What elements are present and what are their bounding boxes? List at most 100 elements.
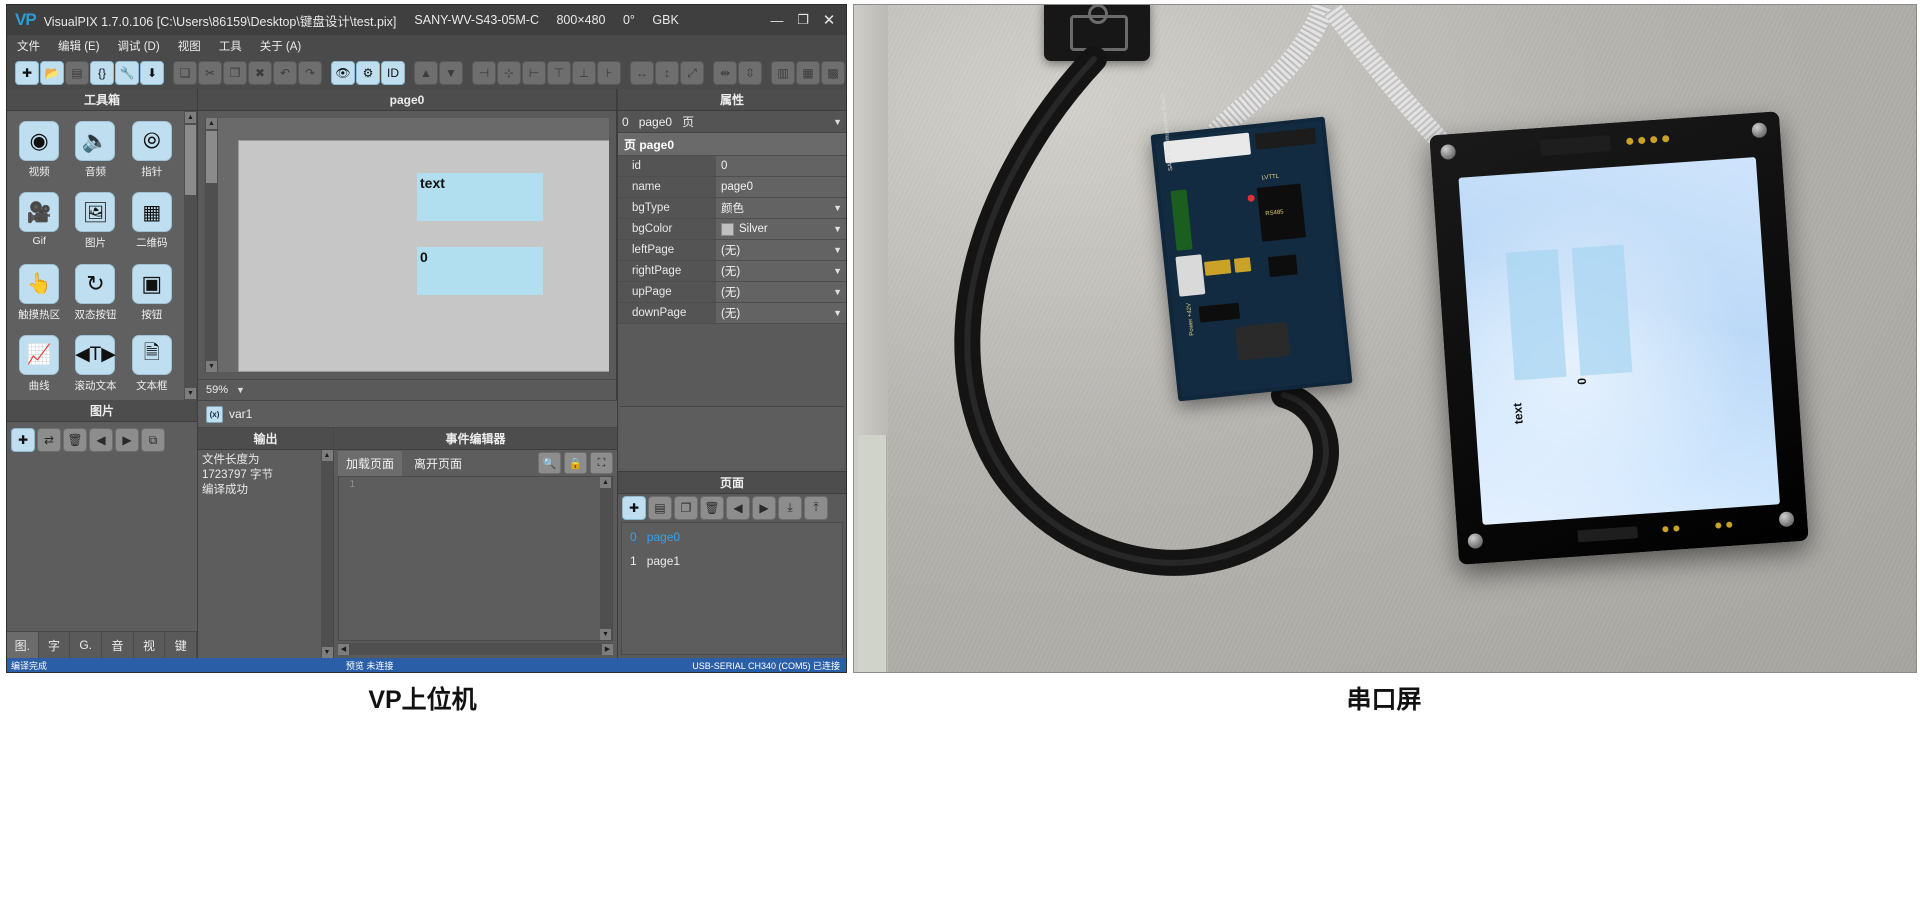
page-list-item[interactable]: 0 page0 — [622, 525, 842, 549]
chevron-down-icon[interactable]: ▼ — [833, 245, 842, 255]
canvas-scroll-thumb[interactable] — [206, 131, 217, 183]
page-prev-icon[interactable]: ◀ — [726, 495, 750, 520]
property-row-id[interactable]: id 0 — [618, 156, 846, 177]
scroll-thumb[interactable] — [185, 125, 196, 195]
property-row-leftPage[interactable]: leftPage (无) ▼ — [618, 240, 846, 261]
duplicate-page-icon[interactable]: ▤ — [648, 495, 672, 520]
code-scroll-up-icon[interactable]: ▲ — [600, 477, 611, 488]
menu-about[interactable]: 关于 (A) — [260, 38, 302, 54]
code-braces-icon[interactable]: {} — [90, 61, 114, 85]
canvas-area[interactable]: ▲ ▼ text 0 — [204, 117, 610, 373]
resource-tab-4[interactable]: 视 — [134, 632, 166, 658]
pictures-list[interactable] — [7, 458, 197, 631]
property-value[interactable]: Silver ▼ — [716, 219, 846, 239]
lock-icon[interactable]: 🔒 — [564, 452, 587, 474]
add-page-icon[interactable]: ✚ — [622, 495, 646, 520]
toolbox-item-scroll-text[interactable]: ◀T▶ 滚动文本 — [67, 334, 123, 400]
code-scroll-left-icon[interactable]: ◀ — [338, 643, 349, 655]
toolbox-item-toggle-refresh[interactable]: ↻ 双态按钮 — [67, 263, 123, 329]
preview-eye-icon[interactable]: 👁 — [331, 61, 355, 85]
export-page-icon[interactable]: ⤒ — [804, 495, 828, 520]
toolbox-item-film[interactable]: 🎥 Gif — [11, 192, 67, 257]
property-value[interactable]: 0 — [716, 156, 846, 176]
page-next-icon[interactable]: ▶ — [752, 495, 776, 520]
maximize-button[interactable]: ❐ — [790, 9, 816, 31]
resource-tab-2[interactable]: G. — [70, 632, 103, 658]
replace-picture-icon[interactable]: ⇄ — [37, 428, 61, 452]
toolbox-item-qr-code[interactable]: ▦ 二维码 — [124, 192, 180, 257]
resource-tab-0[interactable]: 图. — [7, 632, 39, 658]
menu-tools[interactable]: 工具 — [219, 38, 242, 54]
property-value[interactable]: page0 — [716, 177, 846, 197]
property-row-rightPage[interactable]: rightPage (无) ▼ — [618, 261, 846, 282]
tab-leave-page[interactable]: 离开页面 — [406, 451, 470, 476]
add-picture-icon[interactable]: ✚ — [11, 428, 35, 452]
code-scrollbar-horizontal[interactable]: ◀ ▶ — [338, 643, 613, 655]
chevron-down-icon[interactable]: ▼ — [833, 203, 842, 213]
output-scrollbar[interactable]: ▲ ▼ — [321, 450, 333, 658]
build-settings-icon[interactable]: 🔧 — [115, 61, 139, 85]
scroll-down-icon[interactable]: ▼ — [185, 388, 196, 399]
menu-edit[interactable]: 编辑 (E) — [58, 38, 100, 54]
widget-text[interactable]: text — [417, 173, 543, 221]
output-scroll-up-icon[interactable]: ▲ — [321, 450, 333, 461]
expand-icon[interactable]: ⛶ — [590, 452, 613, 474]
download-icon[interactable]: ⬇ — [140, 61, 164, 85]
copy-page-icon[interactable]: ❐ — [674, 495, 698, 520]
settings-gear-icon[interactable]: ⚙ — [356, 61, 380, 85]
toolbox-item-touch-hand[interactable]: 👆 触摸热区 — [11, 263, 67, 329]
pages-list[interactable]: 0 page0 1 page1 — [621, 521, 843, 655]
page-preview[interactable]: text 0 — [238, 140, 609, 372]
toolbox-item-image[interactable]: 🖼 图片 — [67, 192, 123, 257]
chevron-down-icon[interactable]: ▼ — [236, 385, 245, 395]
code-editor[interactable]: 1 ▲ ▼ — [338, 476, 613, 641]
toolbox-item-play-circle[interactable]: ◉ 视频 — [11, 121, 67, 186]
property-value[interactable]: 颜色 ▼ — [716, 198, 846, 218]
property-row-downPage[interactable]: downPage (无) ▼ — [618, 303, 846, 324]
import-page-icon[interactable]: ⤓ — [778, 495, 802, 520]
close-button[interactable]: ✕ — [816, 9, 842, 31]
canvas-scrollbar-vertical[interactable]: ▲ ▼ — [205, 118, 218, 372]
chevron-down-icon[interactable]: ▼ — [833, 266, 842, 276]
code-scrollbar-vertical[interactable]: ▲ ▼ — [600, 477, 612, 640]
property-value[interactable]: (无) ▼ — [716, 282, 846, 302]
tab-load-page[interactable]: 加载页面 — [338, 450, 403, 476]
minimize-button[interactable]: — — [764, 9, 790, 31]
delete-page-icon[interactable]: 🗑 — [700, 495, 724, 520]
chevron-down-icon[interactable]: ▼ — [833, 117, 842, 127]
toolbox-item-chart-curve[interactable]: 📈 曲线 — [11, 334, 67, 400]
chevron-down-icon[interactable]: ▼ — [833, 224, 842, 234]
properties-selector[interactable]: 0 page0 页 ▼ — [618, 111, 846, 133]
output-scroll-down-icon[interactable]: ▼ — [321, 647, 333, 658]
property-row-name[interactable]: name page0 — [618, 177, 846, 198]
toolbox-item-button[interactable]: ▣ 按钮 — [124, 263, 180, 329]
property-value[interactable]: (无) ▼ — [716, 261, 846, 281]
property-row-bgType[interactable]: bgType 颜色 ▼ — [618, 198, 846, 219]
toolbox-item-speaker[interactable]: 🔈 音频 — [67, 121, 123, 186]
code-text-area[interactable] — [357, 477, 600, 640]
resource-tab-1[interactable]: 字 — [39, 632, 71, 658]
delete-picture-icon[interactable]: 🗑 — [63, 428, 87, 452]
find-icon[interactable]: 🔍 — [538, 452, 561, 474]
toolbox-item-gauge-pointer[interactable]: ⦾ 指针 — [124, 121, 180, 186]
toolbox-item-text-box[interactable]: 🗎 文本框 — [124, 334, 180, 400]
canvas-stage[interactable]: text 0 — [218, 118, 609, 372]
canvas-scroll-up-icon[interactable]: ▲ — [206, 118, 217, 129]
property-row-upPage[interactable]: upPage (无) ▼ — [618, 282, 846, 303]
code-scroll-right-icon[interactable]: ▶ — [602, 643, 613, 655]
prev-picture-icon[interactable]: ◀ — [89, 428, 113, 452]
resource-tab-5[interactable]: 键 — [165, 632, 198, 658]
variable-name[interactable]: var1 — [229, 407, 252, 421]
chevron-down-icon[interactable]: ▼ — [833, 287, 842, 297]
canvas-scroll-down-icon[interactable]: ▼ — [206, 361, 217, 372]
property-row-bgColor[interactable]: bgColor Silver ▼ — [618, 219, 846, 240]
scroll-up-icon[interactable]: ▲ — [185, 112, 196, 123]
next-picture-icon[interactable]: ▶ — [115, 428, 139, 452]
menu-file[interactable]: 文件 — [17, 38, 40, 54]
show-id-icon[interactable]: ID — [381, 61, 405, 85]
resource-tab-3[interactable]: 音 — [102, 632, 134, 658]
open-file-icon[interactable]: 📂 — [40, 61, 64, 85]
menu-view[interactable]: 视图 — [178, 38, 201, 54]
page-list-item[interactable]: 1 page1 — [622, 549, 842, 573]
widget-number[interactable]: 0 — [417, 247, 543, 295]
